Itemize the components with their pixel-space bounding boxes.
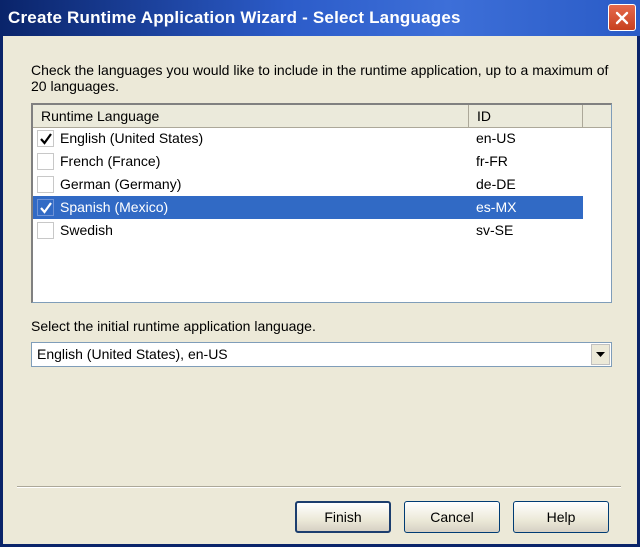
separator <box>17 486 621 488</box>
row-checkbox[interactable] <box>37 222 54 239</box>
chevron-down-icon <box>596 351 605 357</box>
list-header: Runtime Language ID <box>33 105 611 128</box>
row-id: sv-SE <box>476 222 514 238</box>
dropdown-button[interactable] <box>591 344 610 365</box>
initial-language-value: English (United States), en-US <box>37 346 228 362</box>
list-row-sv-se[interactable]: Swedish sv-SE <box>33 219 583 242</box>
checkmark-icon <box>39 132 52 145</box>
column-header-runtime-language[interactable]: Runtime Language <box>33 105 469 127</box>
cancel-button[interactable]: Cancel <box>404 501 500 533</box>
list-row-en-us[interactable]: English (United States) en-US <box>33 127 583 150</box>
checkmark-icon <box>39 201 52 214</box>
initial-language-select[interactable]: English (United States), en-US <box>31 342 612 367</box>
row-checkbox[interactable] <box>37 130 54 147</box>
row-language: German (Germany) <box>60 176 182 192</box>
list-row-de-de[interactable]: German (Germany) de-DE <box>33 173 583 196</box>
row-language: Swedish <box>60 222 113 238</box>
row-id: de-DE <box>476 176 516 192</box>
dialog-body: Check the languages you would like to in… <box>3 36 637 544</box>
row-language: French (France) <box>60 153 161 169</box>
row-language: English (United States) <box>60 130 204 146</box>
close-icon <box>615 11 629 24</box>
column-header-spacer <box>583 105 612 127</box>
list-row-fr-fr[interactable]: French (France) fr-FR <box>33 150 583 173</box>
language-list[interactable]: Runtime Language ID English (United Stat… <box>31 103 612 303</box>
column-header-id[interactable]: ID <box>469 105 583 127</box>
close-button[interactable] <box>608 4 636 31</box>
row-id: en-US <box>476 130 516 146</box>
row-checkbox[interactable] <box>37 153 54 170</box>
window-title: Create Runtime Application Wizard - Sele… <box>8 8 461 27</box>
wizard-window: Create Runtime Application Wizard - Sele… <box>0 0 640 547</box>
row-id: fr-FR <box>476 153 508 169</box>
instructions-text: Check the languages you would like to in… <box>31 62 609 94</box>
row-language: Spanish (Mexico) <box>60 199 169 215</box>
row-checkbox[interactable] <box>37 176 54 193</box>
row-id: es-MX <box>476 199 517 215</box>
help-button[interactable]: Help <box>513 501 609 533</box>
row-checkbox[interactable] <box>37 199 54 216</box>
finish-button[interactable]: Finish <box>295 501 391 533</box>
initial-language-label: Select the initial runtime application l… <box>31 318 316 334</box>
list-row-es-mx[interactable]: Spanish (Mexico) es-MX <box>33 196 583 219</box>
title-bar: Create Runtime Application Wizard - Sele… <box>0 0 640 36</box>
